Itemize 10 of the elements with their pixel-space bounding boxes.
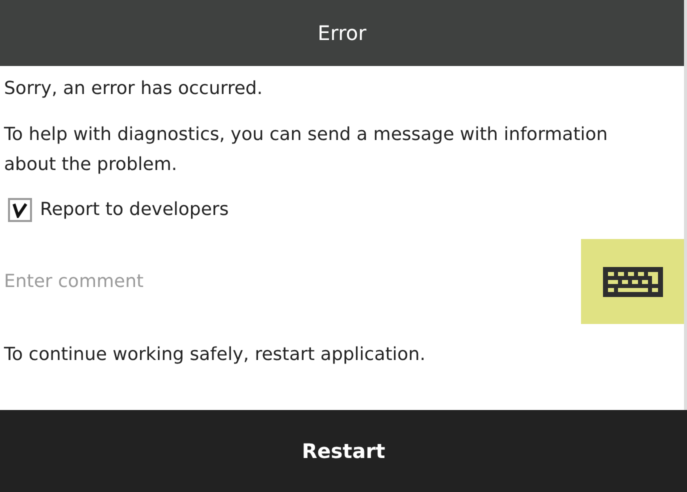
keyboard-icon: [602, 266, 662, 296]
report-checkbox[interactable]: [8, 198, 32, 222]
keyboard-button[interactable]: [581, 239, 684, 324]
window-title: Error: [318, 20, 366, 47]
error-message: Sorry, an error has occurred.: [4, 77, 264, 101]
restart-button[interactable]: Restart: [0, 410, 687, 492]
checkbox-label: Report to developers: [40, 198, 229, 222]
comment-field[interactable]: Enter comment: [4, 268, 581, 295]
restart-note: To continue working safely, restart application.: [4, 343, 426, 367]
diagnostics-message: To help with diagnostics, you can send a message with information about the problem.: [4, 123, 609, 177]
